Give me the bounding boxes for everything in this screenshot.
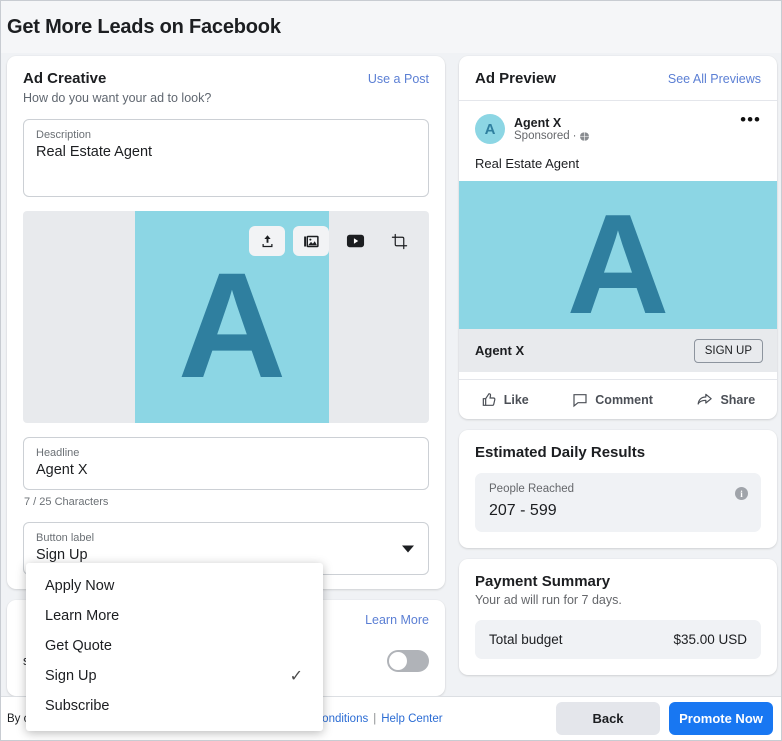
chevron-down-icon[interactable] — [402, 545, 414, 552]
footer-buttons: Back Promote Now — [556, 702, 773, 735]
see-all-previews-link[interactable]: See All Previews — [668, 72, 761, 86]
headline-label: Headline — [36, 447, 416, 459]
description-label: Description — [36, 129, 416, 141]
dropdown-option-sign-up[interactable]: Sign Up ✓ — [26, 661, 323, 691]
headline-field[interactable]: Headline Agent X — [23, 437, 429, 490]
dropdown-option-label: Get Quote — [45, 638, 112, 654]
ad-preview-title: Ad Preview — [475, 70, 556, 87]
dropdown-option-learn-more[interactable]: Learn More — [26, 601, 323, 631]
special-category-toggle[interactable] — [387, 650, 429, 672]
dropdown-option-subscribe[interactable]: Subscribe — [26, 691, 323, 721]
stock-image-icon[interactable] — [293, 226, 329, 256]
button-label-dropdown-menu[interactable]: Apply Now Learn More Get Quote Sign Up ✓… — [26, 563, 323, 731]
like-label: Like — [504, 393, 529, 407]
footer-separator: | — [373, 713, 376, 725]
dropdown-option-label: Apply Now — [45, 578, 114, 594]
use-a-post-link[interactable]: Use a Post — [368, 72, 429, 86]
preview-caption: Real Estate Agent — [475, 156, 761, 171]
preview-page-name: Agent X — [514, 116, 590, 130]
preview-image: A — [459, 181, 777, 329]
video-icon[interactable] — [337, 226, 373, 256]
page-title: Get More Leads on Facebook — [1, 16, 281, 39]
avatar: A — [475, 114, 505, 144]
media-letter: A — [178, 250, 286, 400]
back-button[interactable]: Back — [556, 702, 660, 735]
preview-author-row: A Agent X Sponsored · ••• — [475, 114, 761, 144]
promote-ad-window: Get More Leads on Facebook Ad Creative H… — [0, 0, 782, 741]
people-reached-value: 207 - 599 — [489, 502, 747, 520]
check-icon: ✓ — [290, 666, 303, 686]
share-icon — [696, 392, 713, 408]
media-preview[interactable]: A — [23, 211, 429, 423]
right-column: Ad Preview See All Previews A Agent X Sp… — [459, 56, 777, 675]
total-budget-row: Total budget $35.00 USD — [475, 620, 761, 659]
headline-value: Agent X — [36, 462, 416, 478]
secondary-learn-more-link[interactable]: Learn More — [365, 613, 429, 627]
comment-icon — [572, 392, 588, 408]
page-header: Get More Leads on Facebook — [1, 1, 782, 53]
people-reached-stat: People Reached 207 - 599 i — [475, 473, 761, 532]
ad-preview-card: Ad Preview See All Previews A Agent X Sp… — [459, 56, 777, 419]
comment-label: Comment — [595, 393, 653, 407]
preview-sponsored-row: Sponsored · — [514, 130, 590, 142]
upload-icon[interactable] — [249, 226, 285, 256]
ad-preview-body: A Agent X Sponsored · ••• — [459, 101, 777, 419]
dropdown-option-apply-now[interactable]: Apply Now — [26, 571, 323, 601]
preview-cta-button[interactable]: SIGN UP — [694, 339, 763, 363]
like-action[interactable]: Like — [481, 392, 529, 408]
estimated-results-title: Estimated Daily Results — [475, 444, 761, 461]
dropdown-option-label: Sign Up — [45, 668, 97, 684]
preview-more-options-icon[interactable]: ••• — [740, 115, 761, 125]
description-field[interactable]: Description Real Estate Agent — [23, 119, 429, 197]
comment-action[interactable]: Comment — [572, 392, 653, 408]
ad-creative-header: Ad Creative How do you want your ad to l… — [23, 70, 429, 105]
people-reached-label: People Reached — [489, 483, 747, 495]
preview-sponsored-label: Sponsored — [514, 130, 570, 142]
payment-summary-title: Payment Summary — [475, 573, 761, 590]
dropdown-option-get-quote[interactable]: Get Quote — [26, 631, 323, 661]
total-budget-label: Total budget — [489, 632, 563, 647]
help-center-link[interactable]: Help Center — [381, 713, 442, 725]
payment-summary-subtitle: Your ad will run for 7 days. — [475, 593, 761, 607]
button-label-label: Button label — [36, 532, 416, 544]
dropdown-option-label: Learn More — [45, 608, 119, 624]
media-toolbar — [23, 226, 429, 256]
ad-creative-card: Ad Creative How do you want your ad to l… — [7, 56, 445, 589]
preview-author-names: Agent X Sponsored · — [514, 116, 590, 142]
estimated-results-card: Estimated Daily Results People Reached 2… — [459, 430, 777, 548]
preview-image-letter: A — [567, 194, 670, 329]
crop-icon[interactable] — [381, 226, 417, 256]
total-budget-amount: $35.00 USD — [673, 632, 747, 647]
ad-preview-header: Ad Preview See All Previews — [459, 56, 777, 101]
preview-cta-bar: Agent X SIGN UP — [459, 329, 777, 372]
preview-action-bar: Like Comment Share — [459, 379, 777, 419]
info-icon[interactable]: i — [735, 487, 748, 500]
dot-separator: · — [573, 130, 577, 142]
preview-cta-name: Agent X — [475, 343, 524, 358]
promote-now-button[interactable]: Promote Now — [669, 702, 773, 735]
headline-char-count: 7 / 25 Characters — [23, 496, 429, 508]
ad-creative-heading-group: Ad Creative How do you want your ad to l… — [23, 70, 211, 105]
ad-creative-title: Ad Creative — [23, 70, 211, 87]
ad-creative-subtitle: How do you want your ad to look? — [23, 91, 211, 105]
thumbs-up-icon — [481, 392, 497, 408]
button-label-value: Sign Up — [36, 547, 416, 563]
globe-icon — [579, 131, 590, 142]
payment-summary-card: Payment Summary Your ad will run for 7 d… — [459, 559, 777, 675]
share-action[interactable]: Share — [696, 392, 755, 408]
dropdown-option-label: Subscribe — [45, 698, 109, 714]
share-label: Share — [720, 393, 755, 407]
description-value: Real Estate Agent — [36, 144, 416, 160]
